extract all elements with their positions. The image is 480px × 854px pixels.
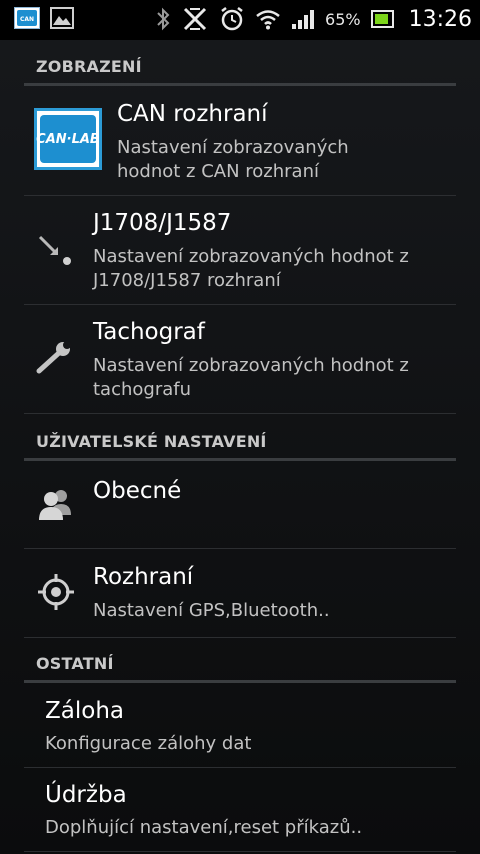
pref-tachograph-summary-line1: Nastavení zobrazovaných hodnot z [93, 355, 409, 376]
pref-tachograph[interactable]: Tachograf Nastavení zobrazovaných hodnot… [24, 304, 456, 414]
status-bar: CAN 65% 13:26 [0, 0, 480, 40]
pref-j1708-summary: Nastavení zobrazovaných hodnot z J1708/J… [93, 245, 409, 293]
pref-j1708-summary-line1: Nastavení zobrazovaných hodnot z [93, 246, 409, 267]
battery-icon [370, 9, 395, 29]
settings-list: ZOBRAZENÍ CAN·LAB CAN rozhraní Nastavení… [0, 40, 480, 854]
canlab-app-icon: CAN [14, 7, 40, 29]
section-header-display-label: ZOBRAZENÍ [36, 57, 142, 76]
pref-j1708-title: J1708/J1587 [93, 210, 232, 236]
pref-interface-title: Rozhraní [93, 564, 194, 590]
alarm-icon [219, 6, 245, 32]
pref-interface-summary: Nastavení GPS,Bluetooth.. [93, 600, 330, 621]
wrench-icon [34, 340, 74, 376]
clock: 13:26 [408, 6, 472, 32]
pref-j1708-summary-line2: J1708/J1587 rozhraní [93, 270, 281, 291]
pref-can-interface-summary: Nastavení zobrazovaných hodnot z CAN roz… [117, 136, 349, 184]
pref-maintenance[interactable]: Údržba Doplňující nastavení,reset příkaz… [24, 767, 456, 852]
battery-percent: 65% [325, 9, 361, 29]
pref-tachograph-summary: Nastavení zobrazovaných hodnot z tachogr… [93, 354, 409, 402]
pref-j1708[interactable]: J1708/J1587 Nastavení zobrazovaných hodn… [24, 195, 456, 305]
pref-maintenance-title: Údržba [45, 782, 127, 808]
section-header-other-label: OSTATNÍ [36, 654, 114, 673]
pref-can-interface-summary-line2: hodnot z CAN rozhraní [117, 161, 319, 182]
no-sync-icon [181, 6, 209, 32]
pref-maintenance-summary: Doplňující nastavení,reset příkazů.. [45, 817, 363, 838]
pref-general-title: Obecné [93, 478, 182, 504]
pref-tachograph-summary-line2: tachografu [93, 379, 192, 400]
section-header-display: ZOBRAZENÍ [24, 40, 456, 86]
canlab-logo-text: CAN·LAB [36, 115, 100, 163]
pref-backup[interactable]: Záloha Konfigurace zálohy dat [24, 683, 456, 768]
gps-target-icon [36, 572, 76, 612]
section-header-user: UŽIVATELSKÉ NASTAVENÍ [24, 413, 456, 461]
pref-tachograph-title: Tachograf [93, 319, 205, 345]
svg-text:CAN: CAN [20, 16, 34, 23]
pref-backup-title: Záloha [45, 698, 124, 724]
pref-backup-summary: Konfigurace zálohy dat [45, 733, 252, 754]
canlab-logo-icon: CAN·LAB [34, 108, 102, 170]
arrow-dot-icon [34, 231, 74, 267]
bluetooth-icon [155, 7, 171, 31]
people-icon [36, 485, 76, 525]
section-header-user-label: UŽIVATELSKÉ NASTAVENÍ [36, 432, 267, 451]
wifi-icon [255, 8, 281, 30]
section-header-other: OSTATNÍ [24, 637, 456, 683]
pref-can-interface-title: CAN rozhraní [117, 101, 268, 127]
signal-icon [291, 8, 315, 30]
pref-interface[interactable]: Rozhraní Nastavení GPS,Bluetooth.. [24, 548, 456, 638]
pref-can-interface-summary-line1: Nastavení zobrazovaných [117, 137, 349, 158]
pref-can-interface[interactable]: CAN·LAB CAN rozhraní Nastavení zobrazova… [24, 86, 456, 196]
pref-general[interactable]: Obecné [24, 461, 456, 549]
image-icon [50, 7, 74, 29]
